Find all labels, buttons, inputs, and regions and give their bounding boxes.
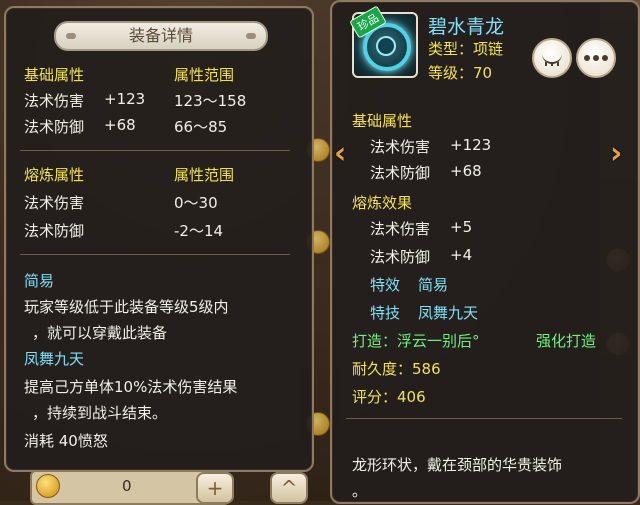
- coin-icon: [36, 474, 60, 498]
- expand-button[interactable]: ^: [270, 472, 308, 504]
- base-attr-header: 基础属性: [24, 66, 85, 84]
- smelt-row-value: +4: [450, 246, 473, 264]
- base-row-range: 123～158: [174, 92, 247, 110]
- enhance-forge-link[interactable]: 强化打造: [536, 330, 596, 351]
- smelt-row-name: 法术防御: [24, 222, 85, 240]
- hide-button[interactable]: [532, 38, 572, 78]
- item-level: 等级：70: [428, 64, 493, 82]
- smelt-range-header: 属性范围: [174, 166, 235, 184]
- divider: [20, 150, 290, 151]
- eye-lash: [545, 62, 547, 66]
- base-row-name: 法术伤害: [370, 138, 431, 156]
- base-row-name: 法术防御: [24, 118, 85, 136]
- skill-desc: ，持续到战斗结束。: [32, 404, 168, 422]
- item-description: 龙形环状，戴在颈部的华贵装饰: [352, 456, 563, 474]
- more-button[interactable]: [576, 38, 616, 78]
- durability: 耐久度：586: [352, 360, 441, 378]
- plus-button[interactable]: +: [196, 472, 234, 504]
- special-label: 特效: [370, 276, 401, 294]
- forge-label: 打造：浮云一别后°: [352, 332, 480, 350]
- item-tooltip-panel: 珍品 碧水青龙 类型：项链 等级：70 基础属性 法术伤害 +123 法术防御 …: [330, 0, 640, 504]
- equipment-detail-panel: 装备详情 基础属性 属性范围 法术伤害 +123 123～158 法术防御 +6…: [4, 6, 314, 472]
- special-effect-name: 简易: [24, 272, 55, 290]
- special-effect-desc: 玩家等级低于此装备等级5级内: [24, 298, 229, 316]
- more-icon: [602, 55, 608, 61]
- panel-title-text: 装备详情: [128, 26, 193, 45]
- skill-value: 凤舞九天: [418, 304, 479, 322]
- necklace-gem: [376, 36, 396, 56]
- base-row-name: 法术伤害: [24, 92, 85, 110]
- score: 评分：406: [352, 388, 426, 406]
- special-effect-desc: ，就可以穿戴此装备: [32, 324, 168, 342]
- smelt-effect-header: 熔炼效果: [352, 194, 413, 212]
- base-row-value: +68: [450, 162, 482, 180]
- necklace-icon[interactable]: 珍品: [349, 5, 418, 78]
- more-icon: [593, 55, 599, 61]
- base-attr-header: 基础属性: [352, 112, 413, 130]
- smelt-attr-header: 熔炼属性: [24, 166, 85, 184]
- chevron-up-icon: ^: [280, 476, 298, 500]
- skill-cost: 消耗 40愤怒: [24, 432, 108, 450]
- skill-name: 凤舞九天: [24, 350, 85, 368]
- base-range-header: 属性范围: [174, 66, 235, 84]
- plus-icon: +: [206, 476, 224, 500]
- skill-label: 特技: [370, 304, 401, 322]
- smelt-row-value: +5: [450, 218, 473, 236]
- item-name: 碧水青龙: [428, 16, 505, 38]
- smelt-row-name: 法术防御: [370, 248, 431, 266]
- eye-lash: [557, 62, 559, 66]
- divider: [20, 254, 290, 255]
- base-row-name: 法术防御: [370, 164, 431, 182]
- base-row-value: +68: [104, 116, 136, 134]
- special-value: 简易: [418, 276, 449, 294]
- divider: [346, 418, 622, 419]
- item-type: 类型：项链: [428, 40, 504, 58]
- more-icon: [584, 55, 590, 61]
- currency-count: 0: [122, 477, 132, 495]
- smelt-row-name: 法术伤害: [24, 194, 85, 212]
- title-ornament: [246, 33, 256, 39]
- base-row-value: +123: [104, 90, 146, 108]
- panel-title: 装备详情: [54, 21, 268, 51]
- title-ornament: [66, 33, 76, 39]
- smelt-row-range: 0～30: [174, 194, 218, 212]
- base-row-range: 66～85: [174, 118, 228, 136]
- skill-desc: 提高己方单体10%法术伤害结果: [24, 378, 238, 396]
- chevron-right-icon[interactable]: ›: [610, 136, 622, 171]
- item-description-tail: 。: [352, 482, 368, 500]
- chevron-left-icon[interactable]: ‹: [334, 136, 346, 171]
- eye-lash: [551, 62, 553, 66]
- smelt-row-name: 法术伤害: [370, 220, 431, 238]
- smelt-row-range: -2～14: [174, 222, 224, 240]
- base-row-value: +123: [450, 136, 492, 154]
